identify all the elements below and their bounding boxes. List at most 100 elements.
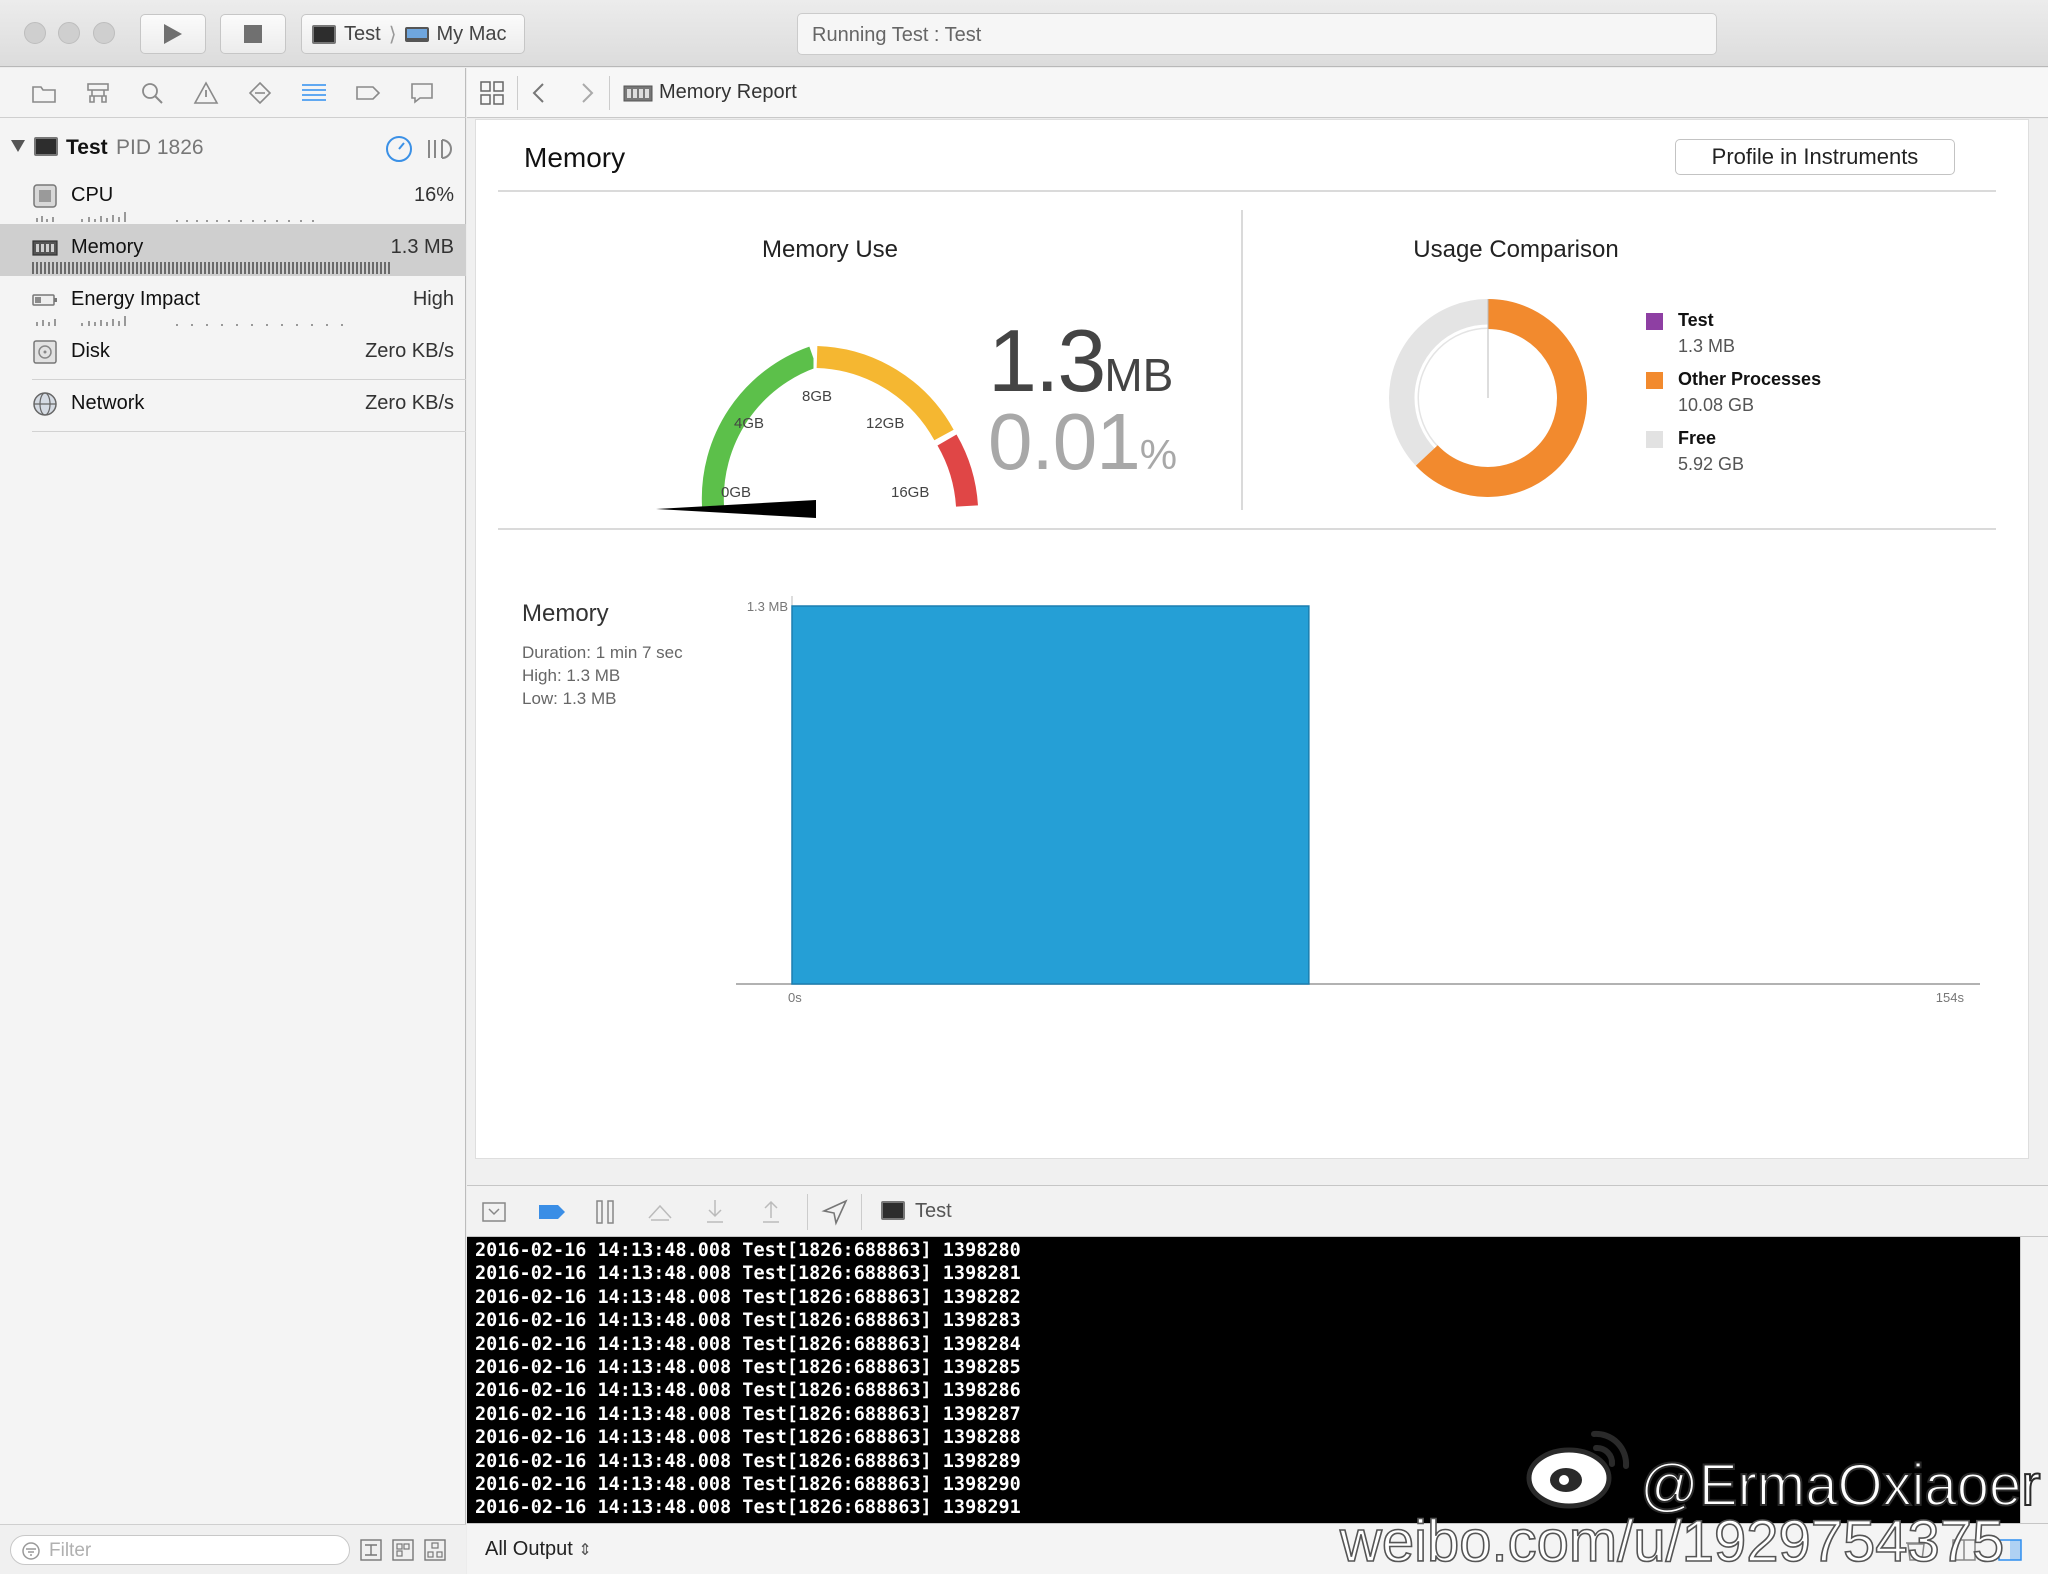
- log-line: 2016-02-16 14:13:48.008 Test[1826:688863…: [475, 1357, 1021, 1379]
- disclosure-triangle-icon[interactable]: [10, 139, 26, 153]
- log-line: 2016-02-16 14:13:48.008 Test[1826:688863…: [475, 1240, 1021, 1261]
- folder-icon[interactable]: [30, 79, 58, 107]
- show-threads-icon[interactable]: [358, 1537, 384, 1563]
- filter-icon: [22, 1542, 40, 1560]
- stop-button[interactable]: [220, 14, 286, 54]
- test-navigator-icon[interactable]: [246, 79, 274, 107]
- scheme-selector[interactable]: Test ⟩ My Mac: [301, 14, 525, 54]
- legend-name: Free: [1678, 428, 1717, 448]
- debug-bar: Test: [467, 1185, 2048, 1237]
- pause-icon[interactable]: [593, 1198, 617, 1226]
- gauge-row-memory[interactable]: Memory 1.3 MB: [0, 224, 466, 276]
- chevron-right-icon: ⟩: [388, 23, 397, 46]
- run-button[interactable]: [140, 14, 206, 54]
- gauge-value: 1.3 MB: [390, 236, 454, 258]
- step-into-icon[interactable]: [703, 1198, 727, 1226]
- breakpoint-navigator-icon[interactable]: [354, 79, 382, 107]
- gauge-tick-label: 16GB: [891, 484, 929, 501]
- gauge-label: Energy Impact: [71, 288, 200, 310]
- gauge-value: Zero KB/s: [365, 392, 454, 414]
- output-filter-value: All Output: [485, 1538, 573, 1560]
- simulate-location-icon[interactable]: [821, 1198, 849, 1226]
- section-divider: [498, 528, 1996, 530]
- legend-swatch: [1646, 372, 1663, 389]
- terminal-app-icon: [34, 137, 58, 156]
- report-card: Memory Profile in Instruments Memory Use…: [475, 119, 2029, 1159]
- timeline-title: Memory: [522, 600, 609, 627]
- x-tick-label: 0s: [788, 990, 802, 1005]
- navigator-filter-bar: Filter: [0, 1524, 466, 1574]
- jumpbar-divider: [609, 76, 610, 110]
- debug-process-label[interactable]: Test: [915, 1200, 952, 1223]
- cpu-sparkline: [36, 212, 314, 222]
- gauge-row-disk[interactable]: Disk Zero KB/s: [0, 328, 466, 380]
- breakpoints-toggle-icon[interactable]: [537, 1200, 567, 1224]
- x-tick-label: 154s: [1936, 990, 1965, 1005]
- memory-timeline-chart: 1.3 MB 0s 154s: [736, 596, 1980, 1005]
- legend-name: Other Processes: [1678, 369, 1822, 389]
- y-tick-label: 1.3 MB: [747, 599, 788, 614]
- memory-icon: [623, 85, 653, 102]
- debugbar-divider: [807, 1194, 808, 1230]
- gauge-value: High: [412, 288, 454, 310]
- debug-navigator-icon[interactable]: [300, 79, 328, 107]
- step-out-icon[interactable]: [759, 1198, 783, 1226]
- show-queues-icon[interactable]: [390, 1537, 416, 1563]
- energy-sparkline: [36, 316, 343, 326]
- log-line: 2016-02-16 14:13:48.008 Test[1826:688863…: [475, 1286, 1021, 1308]
- close-window-button[interactable]: [24, 22, 46, 44]
- row-divider: [32, 431, 466, 432]
- process-pid: PID 1826: [116, 136, 204, 159]
- updown-chevron-icon: ⇕: [578, 1542, 592, 1559]
- hide-debug-area-icon[interactable]: [481, 1200, 507, 1224]
- report-navigator-icon[interactable]: [408, 79, 436, 107]
- gauge-row-cpu[interactable]: CPU 16%: [0, 172, 466, 224]
- navigator-selector-bar: [0, 68, 466, 118]
- log-line: 2016-02-16 14:13:48.008 Test[1826:688863…: [475, 1310, 1021, 1332]
- show-hierarchy-icon[interactable]: [422, 1537, 448, 1563]
- stop-icon: [244, 25, 262, 43]
- minimize-window-button[interactable]: [58, 22, 80, 44]
- gauge-value: Zero KB/s: [365, 340, 454, 362]
- disk-icon: [33, 340, 57, 364]
- activity-viewer: Running Test : Test: [797, 13, 1717, 55]
- gauge-row-network[interactable]: Network Zero KB/s: [0, 380, 466, 432]
- legend-value: 1.3 MB: [1678, 336, 1736, 356]
- jumpbar-title[interactable]: Memory Report: [659, 81, 797, 104]
- related-items-icon[interactable]: [479, 80, 505, 106]
- battery-icon: [32, 294, 57, 306]
- process-row[interactable]: Test PID 1826: [0, 128, 466, 168]
- usage-donut-chart: [1389, 299, 1587, 497]
- gauge-row-energy[interactable]: Energy Impact High: [0, 276, 466, 328]
- timeline-low: Low: 1.3 MB: [522, 689, 617, 708]
- gauge-mode-icon[interactable]: [384, 134, 414, 164]
- memory-percent: 0.01%: [988, 396, 1177, 488]
- search-icon[interactable]: [138, 79, 166, 107]
- legend-value: 10.08 GB: [1678, 395, 1755, 415]
- zoom-window-button[interactable]: [93, 22, 115, 44]
- gauge-needle: [656, 500, 816, 518]
- forward-arrow-icon[interactable]: [577, 81, 597, 105]
- warning-icon[interactable]: [192, 79, 220, 107]
- step-over-icon[interactable]: [645, 1200, 675, 1224]
- timeline-high: High: 1.3 MB: [522, 666, 621, 685]
- gauge-tick-label: 8GB: [802, 388, 832, 405]
- debug-navigator: Test PID 1826 CPU 16% Memory 1.3 MB Ener…: [0, 68, 466, 1574]
- weibo-logo-icon: [1526, 1430, 1630, 1509]
- gauge-segment-high: [937, 434, 978, 507]
- log-line: 2016-02-16 14:13:48.008 Test[1826:688863…: [475, 1427, 1021, 1449]
- gauge-label: Network: [71, 392, 145, 414]
- filter-input[interactable]: Filter: [10, 1535, 350, 1565]
- output-filter-select[interactable]: All Output ⇕: [485, 1538, 592, 1561]
- scheme-device: My Mac: [436, 22, 507, 45]
- legend-name: Test: [1678, 310, 1714, 330]
- split-view-icon[interactable]: [424, 134, 454, 164]
- symbol-navigator-icon[interactable]: [84, 79, 112, 107]
- memory-area-series: [791, 605, 1310, 985]
- memory-use-title: Memory Use: [761, 236, 899, 263]
- gauge-tick-label: 0GB: [721, 484, 751, 501]
- back-arrow-icon[interactable]: [529, 81, 549, 105]
- jump-bar: Memory Report: [467, 68, 2048, 118]
- profile-in-instruments-button[interactable]: Profile in Instruments: [1675, 139, 1955, 175]
- debugbar-divider: [861, 1194, 862, 1230]
